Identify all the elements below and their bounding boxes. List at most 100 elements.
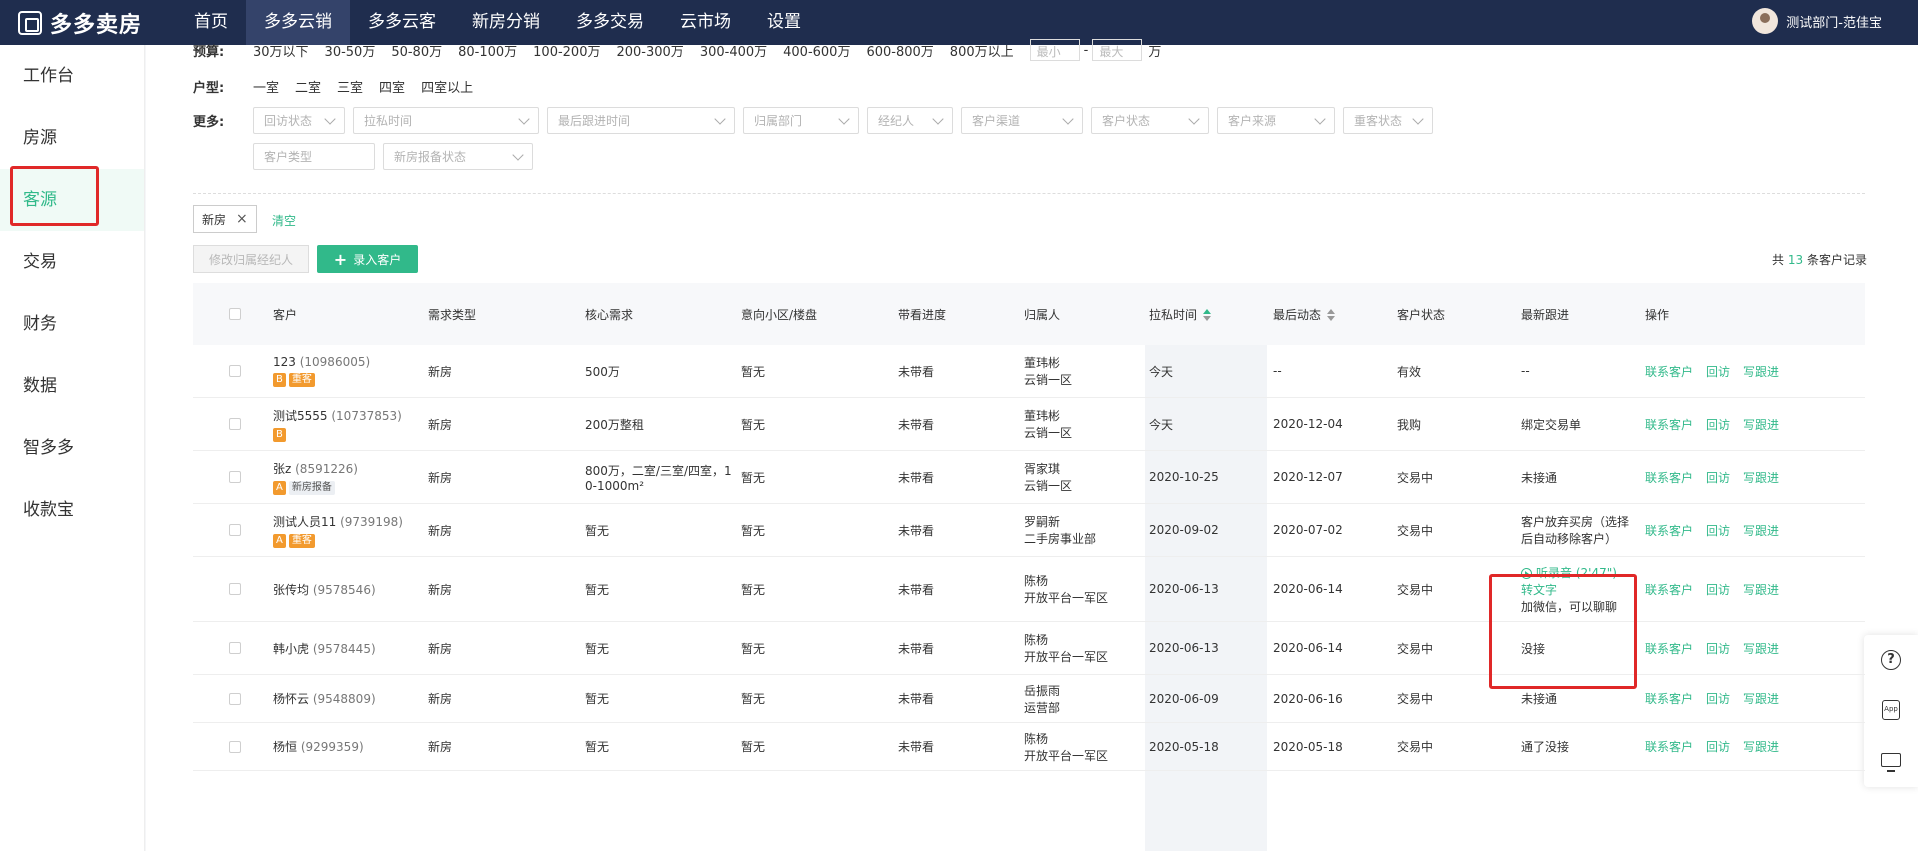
revisit-link[interactable]: 回访 — [1706, 640, 1730, 657]
customer-name[interactable]: 测试5555 — [273, 409, 328, 423]
monitor-button[interactable] — [1864, 735, 1918, 785]
owner-dept: 开放平台一军区 — [1024, 650, 1109, 664]
filter-dropdown[interactable]: 经纪人 — [867, 107, 953, 134]
owner-name: 罗嗣新 — [1024, 515, 1061, 529]
row-checkbox[interactable] — [229, 418, 241, 430]
budget-option[interactable]: 300-400万 — [700, 41, 767, 60]
customer-name[interactable]: 杨怀云 — [273, 692, 309, 706]
filter-dropdown[interactable]: 客户来源 — [1217, 107, 1335, 134]
avatar — [1752, 8, 1779, 34]
revisit-link[interactable]: 回访 — [1706, 581, 1730, 598]
close-icon[interactable]: × — [236, 211, 248, 227]
budget-option[interactable]: 30-50万 — [325, 41, 376, 60]
sort-icon[interactable] — [1327, 309, 1336, 321]
core-need-text: 500万 — [585, 364, 620, 379]
customer-name[interactable]: 杨恒 — [273, 740, 297, 754]
change-agent-button[interactable]: 修改归属经纪人 — [193, 245, 309, 273]
revisit-link[interactable]: 回访 — [1706, 690, 1730, 707]
clear-filters-link[interactable]: 清空 — [272, 212, 296, 229]
write-follow-link[interactable]: 写跟进 — [1743, 469, 1779, 486]
latest-follow-cell: -- — [1521, 364, 1645, 378]
budget-option[interactable]: 400-600万 — [783, 41, 850, 60]
customer-name[interactable]: 韩小虎 — [273, 642, 309, 656]
sort-up-icon — [1327, 309, 1336, 314]
filter-dropdown[interactable]: 客户渠道 — [961, 107, 1083, 134]
contact-customer-link[interactable]: 联系客户 — [1645, 738, 1693, 755]
user-menu[interactable]: 测试部门-范佳宝 — [1752, 8, 1882, 34]
write-follow-link[interactable]: 写跟进 — [1743, 416, 1779, 433]
contact-customer-link[interactable]: 联系客户 — [1645, 581, 1693, 598]
filter-dropdown[interactable]: 归属部门 — [743, 107, 859, 134]
layout-option[interactable]: 四室 — [379, 77, 405, 96]
filter-dropdown[interactable]: 重客状态 — [1343, 107, 1433, 134]
revisit-link[interactable]: 回访 — [1706, 363, 1730, 380]
filter-dropdown[interactable]: 新房报备状态 — [383, 143, 533, 170]
budget-option[interactable]: 100-200万 — [533, 41, 600, 60]
sort-icon[interactable] — [1203, 309, 1212, 321]
write-follow-link[interactable]: 写跟进 — [1743, 640, 1779, 657]
row-checkbox[interactable] — [229, 365, 241, 377]
contact-customer-link[interactable]: 联系客户 — [1645, 469, 1693, 486]
filter-dropdown[interactable]: 拉私时间 — [353, 107, 539, 134]
write-follow-link[interactable]: 写跟进 — [1743, 581, 1779, 598]
contact-customer-link[interactable]: 联系客户 — [1645, 363, 1693, 380]
row-checkbox[interactable] — [229, 583, 241, 595]
budget-option[interactable]: 80-100万 — [458, 41, 517, 60]
select-all-checkbox[interactable] — [229, 308, 241, 320]
logo[interactable]: 多多卖房 — [0, 7, 176, 39]
contact-customer-link[interactable]: 联系客户 — [1645, 690, 1693, 707]
follow-text: 通了没接 — [1521, 740, 1570, 754]
contact-customer-link[interactable]: 联系客户 — [1645, 416, 1693, 433]
row-checkbox[interactable] — [229, 471, 241, 483]
write-follow-link[interactable]: 写跟进 — [1743, 363, 1779, 380]
budget-min-input[interactable]: 最小 — [1029, 39, 1080, 61]
row-checkbox[interactable] — [229, 524, 241, 536]
budget-option[interactable]: 30万以下 — [253, 41, 309, 60]
sidebar-item-6[interactable]: 智多多 — [0, 417, 144, 479]
customer-name[interactable]: 张传均 — [273, 583, 309, 597]
sidebar-item-5[interactable]: 数据 — [0, 355, 144, 417]
budget-option[interactable]: 50-80万 — [391, 41, 442, 60]
row-checkbox[interactable] — [229, 692, 241, 705]
floating-toolbar: ? App — [1864, 635, 1918, 787]
filter-dropdown[interactable]: 客户状态 — [1091, 107, 1209, 134]
contact-customer-link[interactable]: 联系客户 — [1645, 640, 1693, 657]
sidebar-item-3[interactable]: 交易 — [0, 231, 144, 293]
budget-option[interactable]: 200-300万 — [616, 41, 683, 60]
dropdown-label: 客户状态 — [1102, 114, 1151, 128]
sidebar-item-7[interactable]: 收款宝 — [0, 479, 144, 541]
app-button[interactable]: App — [1864, 685, 1918, 735]
layout-option[interactable]: 四室以上 — [421, 77, 473, 96]
budget-option[interactable]: 800万以上 — [950, 41, 1014, 60]
revisit-link[interactable]: 回访 — [1706, 416, 1730, 433]
row-checkbox[interactable] — [229, 642, 241, 654]
write-follow-link[interactable]: 写跟进 — [1743, 690, 1779, 707]
filter-dropdown[interactable]: 回访状态 — [253, 107, 345, 134]
help-button[interactable]: ? — [1864, 635, 1918, 685]
budget-option[interactable]: 600-800万 — [866, 41, 933, 60]
total-suffix: 条客户记录 — [1806, 253, 1867, 267]
contact-customer-link[interactable]: 联系客户 — [1645, 522, 1693, 539]
layout-option[interactable]: 三室 — [337, 77, 363, 96]
filter-dropdown[interactable]: 客户类型 — [253, 143, 375, 170]
layout-option[interactable]: 一室 — [253, 77, 279, 96]
budget-max-input[interactable]: 最大 — [1092, 39, 1143, 61]
layout-option[interactable]: 二室 — [295, 77, 321, 96]
revisit-link[interactable]: 回访 — [1706, 522, 1730, 539]
revisit-link[interactable]: 回访 — [1706, 738, 1730, 755]
filter-dropdown[interactable]: 最后跟进时间 — [547, 107, 735, 134]
revisit-link[interactable]: 回访 — [1706, 469, 1730, 486]
add-customer-button[interactable]: + 录入客户 — [317, 245, 418, 273]
sidebar-item-4[interactable]: 财务 — [0, 293, 144, 355]
row-checkbox[interactable] — [229, 740, 241, 753]
write-follow-link[interactable]: 写跟进 — [1743, 522, 1779, 539]
customer-name[interactable]: 测试人员11 — [273, 515, 336, 529]
progress-cell: 未带看 — [898, 523, 935, 538]
sidebar-item-0[interactable]: 工作台 — [0, 45, 144, 107]
last-activity-cell: 2020-06-16 — [1273, 691, 1343, 706]
sidebar-item-1[interactable]: 房源 — [0, 107, 144, 169]
customer-name[interactable]: 张z — [273, 462, 291, 476]
write-follow-link[interactable]: 写跟进 — [1743, 738, 1779, 755]
column-header: 意向小区/楼盘 — [741, 306, 898, 323]
customer-name[interactable]: 123 — [273, 355, 296, 369]
